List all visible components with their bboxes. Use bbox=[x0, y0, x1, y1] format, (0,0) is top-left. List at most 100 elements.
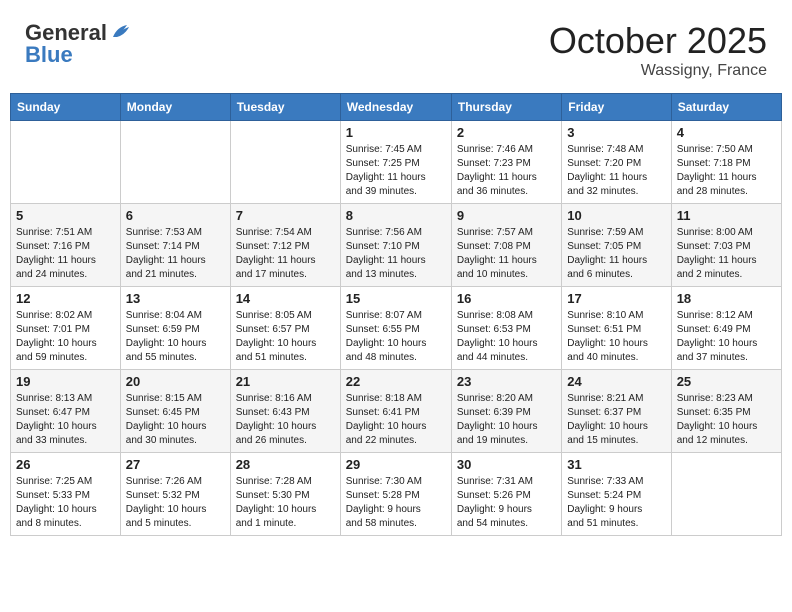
day-info: Sunrise: 8:16 AM Sunset: 6:43 PM Dayligh… bbox=[236, 392, 335, 448]
day-info: Sunrise: 7:53 AM Sunset: 7:14 PM Dayligh… bbox=[126, 226, 225, 282]
day-number: 11 bbox=[677, 208, 776, 223]
calendar-week-2: 5 Sunrise: 7:51 AM Sunset: 7:16 PM Daylig… bbox=[11, 204, 782, 287]
calendar-cell: 20 Sunrise: 8:15 AM Sunset: 6:45 PM Dayli… bbox=[120, 370, 230, 453]
day-info: Sunrise: 8:12 AM Sunset: 6:49 PM Dayligh… bbox=[677, 309, 776, 365]
day-number: 12 bbox=[16, 291, 115, 306]
day-info: Sunrise: 7:48 AM Sunset: 7:20 PM Dayligh… bbox=[567, 143, 665, 199]
day-info: Sunrise: 7:26 AM Sunset: 5:32 PM Dayligh… bbox=[126, 475, 225, 531]
day-info: Sunrise: 8:10 AM Sunset: 6:51 PM Dayligh… bbox=[567, 309, 665, 365]
calendar-cell: 17 Sunrise: 8:10 AM Sunset: 6:51 PM Dayli… bbox=[562, 287, 671, 370]
calendar-cell: 29Sunrise: 7:30 AM Sunset: 5:28 PM Dayli… bbox=[340, 453, 451, 536]
calendar-cell: 13Sunrise: 8:04 AM Sunset: 6:59 PM Dayli… bbox=[120, 287, 230, 370]
day-number: 22 bbox=[346, 374, 446, 389]
day-number: 18 bbox=[677, 291, 776, 306]
logo-blue-text: Blue bbox=[25, 42, 73, 68]
calendar-cell: 27 Sunrise: 7:26 AM Sunset: 5:32 PM Dayli… bbox=[120, 453, 230, 536]
calendar-cell: 2Sunrise: 7:46 AM Sunset: 7:23 PM Daylig… bbox=[451, 121, 561, 204]
calendar-cell: 28Sunrise: 7:28 AM Sunset: 5:30 PM Dayli… bbox=[230, 453, 340, 536]
day-number: 20 bbox=[126, 374, 225, 389]
day-number: 25 bbox=[677, 374, 776, 389]
day-number: 27 bbox=[126, 457, 225, 472]
day-number: 4 bbox=[677, 125, 776, 140]
day-number: 28 bbox=[236, 457, 335, 472]
logo: General Blue bbox=[25, 20, 131, 68]
day-number: 14 bbox=[236, 291, 335, 306]
day-info: Sunrise: 7:51 AM Sunset: 7:16 PM Dayligh… bbox=[16, 226, 115, 282]
day-info: Sunrise: 8:15 AM Sunset: 6:45 PM Dayligh… bbox=[126, 392, 225, 448]
calendar-cell: 11Sunrise: 8:00 AM Sunset: 7:03 PM Dayli… bbox=[671, 204, 781, 287]
day-number: 30 bbox=[457, 457, 556, 472]
weekday-header-tuesday: Tuesday bbox=[230, 94, 340, 121]
page-header: General Blue October 2025 Wassigny, Fran… bbox=[10, 10, 782, 85]
calendar-week-5: 26Sunrise: 7:25 AM Sunset: 5:33 PM Dayli… bbox=[11, 453, 782, 536]
calendar-cell: 4 Sunrise: 7:50 AM Sunset: 7:18 PM Daylig… bbox=[671, 121, 781, 204]
calendar-cell: 26Sunrise: 7:25 AM Sunset: 5:33 PM Dayli… bbox=[11, 453, 121, 536]
weekday-header-wednesday: Wednesday bbox=[340, 94, 451, 121]
calendar-cell: 14 Sunrise: 8:05 AM Sunset: 6:57 PM Dayli… bbox=[230, 287, 340, 370]
day-number: 7 bbox=[236, 208, 335, 223]
day-number: 6 bbox=[126, 208, 225, 223]
day-number: 8 bbox=[346, 208, 446, 223]
calendar-cell: 19Sunrise: 8:13 AM Sunset: 6:47 PM Dayli… bbox=[11, 370, 121, 453]
weekday-header-monday: Monday bbox=[120, 94, 230, 121]
calendar-cell: 31 Sunrise: 7:33 AM Sunset: 5:24 PM Dayli… bbox=[562, 453, 671, 536]
day-info: Sunrise: 7:57 AM Sunset: 7:08 PM Dayligh… bbox=[457, 226, 556, 282]
day-info: Sunrise: 7:56 AM Sunset: 7:10 PM Dayligh… bbox=[346, 226, 446, 282]
calendar-cell bbox=[11, 121, 121, 204]
day-number: 13 bbox=[126, 291, 225, 306]
calendar-cell: 24Sunrise: 8:21 AM Sunset: 6:37 PM Dayli… bbox=[562, 370, 671, 453]
day-number: 15 bbox=[346, 291, 446, 306]
calendar-cell: 7 Sunrise: 7:54 AM Sunset: 7:12 PM Daylig… bbox=[230, 204, 340, 287]
calendar-cell: 3Sunrise: 7:48 AM Sunset: 7:20 PM Daylig… bbox=[562, 121, 671, 204]
day-number: 21 bbox=[236, 374, 335, 389]
calendar-week-1: 1 Sunrise: 7:45 AM Sunset: 7:25 PM Daylig… bbox=[11, 121, 782, 204]
calendar-cell bbox=[671, 453, 781, 536]
location-subtitle: Wassigny, France bbox=[549, 62, 767, 80]
calendar-cell: 8 Sunrise: 7:56 AM Sunset: 7:10 PM Daylig… bbox=[340, 204, 451, 287]
day-info: Sunrise: 7:59 AM Sunset: 7:05 PM Dayligh… bbox=[567, 226, 665, 282]
day-info: Sunrise: 8:21 AM Sunset: 6:37 PM Dayligh… bbox=[567, 392, 665, 448]
title-block: October 2025 Wassigny, France bbox=[549, 20, 767, 80]
calendar-week-3: 12 Sunrise: 8:02 AM Sunset: 7:01 PM Dayli… bbox=[11, 287, 782, 370]
calendar-cell: 1 Sunrise: 7:45 AM Sunset: 7:25 PM Daylig… bbox=[340, 121, 451, 204]
day-info: Sunrise: 8:02 AM Sunset: 7:01 PM Dayligh… bbox=[16, 309, 115, 365]
month-title: October 2025 bbox=[549, 20, 767, 62]
calendar-week-4: 19Sunrise: 8:13 AM Sunset: 6:47 PM Dayli… bbox=[11, 370, 782, 453]
day-number: 17 bbox=[567, 291, 665, 306]
weekday-header-friday: Friday bbox=[562, 94, 671, 121]
calendar-cell bbox=[120, 121, 230, 204]
calendar-cell: 22 Sunrise: 8:18 AM Sunset: 6:41 PM Dayli… bbox=[340, 370, 451, 453]
day-info: Sunrise: 7:50 AM Sunset: 7:18 PM Dayligh… bbox=[677, 143, 776, 199]
day-info: Sunrise: 7:33 AM Sunset: 5:24 PM Dayligh… bbox=[567, 475, 665, 531]
day-number: 10 bbox=[567, 208, 665, 223]
calendar-cell: 6 Sunrise: 7:53 AM Sunset: 7:14 PM Daylig… bbox=[120, 204, 230, 287]
day-number: 2 bbox=[457, 125, 556, 140]
day-number: 31 bbox=[567, 457, 665, 472]
day-info: Sunrise: 8:07 AM Sunset: 6:55 PM Dayligh… bbox=[346, 309, 446, 365]
calendar-cell: 25 Sunrise: 8:23 AM Sunset: 6:35 PM Dayli… bbox=[671, 370, 781, 453]
day-info: Sunrise: 8:18 AM Sunset: 6:41 PM Dayligh… bbox=[346, 392, 446, 448]
day-info: Sunrise: 7:54 AM Sunset: 7:12 PM Dayligh… bbox=[236, 226, 335, 282]
calendar-cell bbox=[230, 121, 340, 204]
calendar-cell: 5 Sunrise: 7:51 AM Sunset: 7:16 PM Daylig… bbox=[11, 204, 121, 287]
calendar-table: SundayMondayTuesdayWednesdayThursdayFrid… bbox=[10, 93, 782, 536]
calendar-cell: 21 Sunrise: 8:16 AM Sunset: 6:43 PM Dayli… bbox=[230, 370, 340, 453]
day-info: Sunrise: 8:08 AM Sunset: 6:53 PM Dayligh… bbox=[457, 309, 556, 365]
calendar-cell: 15 Sunrise: 8:07 AM Sunset: 6:55 PM Dayli… bbox=[340, 287, 451, 370]
calendar-cell: 10 Sunrise: 7:59 AM Sunset: 7:05 PM Dayli… bbox=[562, 204, 671, 287]
weekday-header-saturday: Saturday bbox=[671, 94, 781, 121]
logo-bird-icon bbox=[109, 23, 131, 41]
day-number: 1 bbox=[346, 125, 446, 140]
calendar-cell: 12 Sunrise: 8:02 AM Sunset: 7:01 PM Dayli… bbox=[11, 287, 121, 370]
weekday-header-thursday: Thursday bbox=[451, 94, 561, 121]
day-number: 29 bbox=[346, 457, 446, 472]
calendar-cell: 23Sunrise: 8:20 AM Sunset: 6:39 PM Dayli… bbox=[451, 370, 561, 453]
day-info: Sunrise: 7:45 AM Sunset: 7:25 PM Dayligh… bbox=[346, 143, 446, 199]
day-info: Sunrise: 8:23 AM Sunset: 6:35 PM Dayligh… bbox=[677, 392, 776, 448]
calendar-cell: 18 Sunrise: 8:12 AM Sunset: 6:49 PM Dayli… bbox=[671, 287, 781, 370]
day-number: 9 bbox=[457, 208, 556, 223]
day-number: 5 bbox=[16, 208, 115, 223]
weekday-header-row: SundayMondayTuesdayWednesdayThursdayFrid… bbox=[11, 94, 782, 121]
calendar-cell: 30Sunrise: 7:31 AM Sunset: 5:26 PM Dayli… bbox=[451, 453, 561, 536]
day-info: Sunrise: 8:05 AM Sunset: 6:57 PM Dayligh… bbox=[236, 309, 335, 365]
